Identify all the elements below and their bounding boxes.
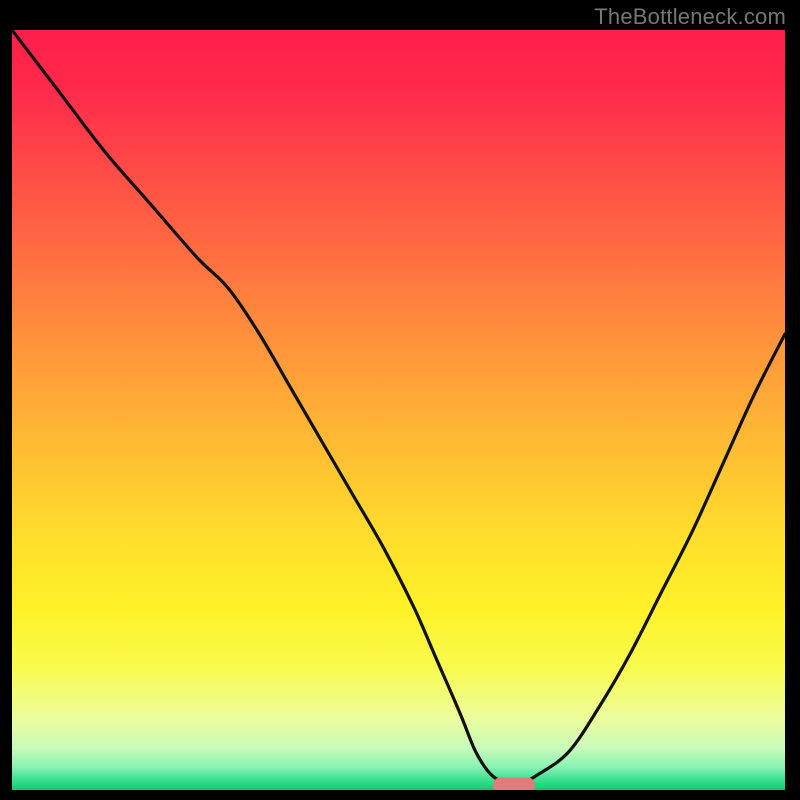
watermark-text: TheBottleneck.com — [594, 4, 786, 30]
bottleneck-curve — [12, 30, 785, 790]
plot-area — [12, 30, 785, 790]
optimal-point-marker — [493, 777, 535, 790]
chart-frame: TheBottleneck.com — [0, 0, 800, 800]
